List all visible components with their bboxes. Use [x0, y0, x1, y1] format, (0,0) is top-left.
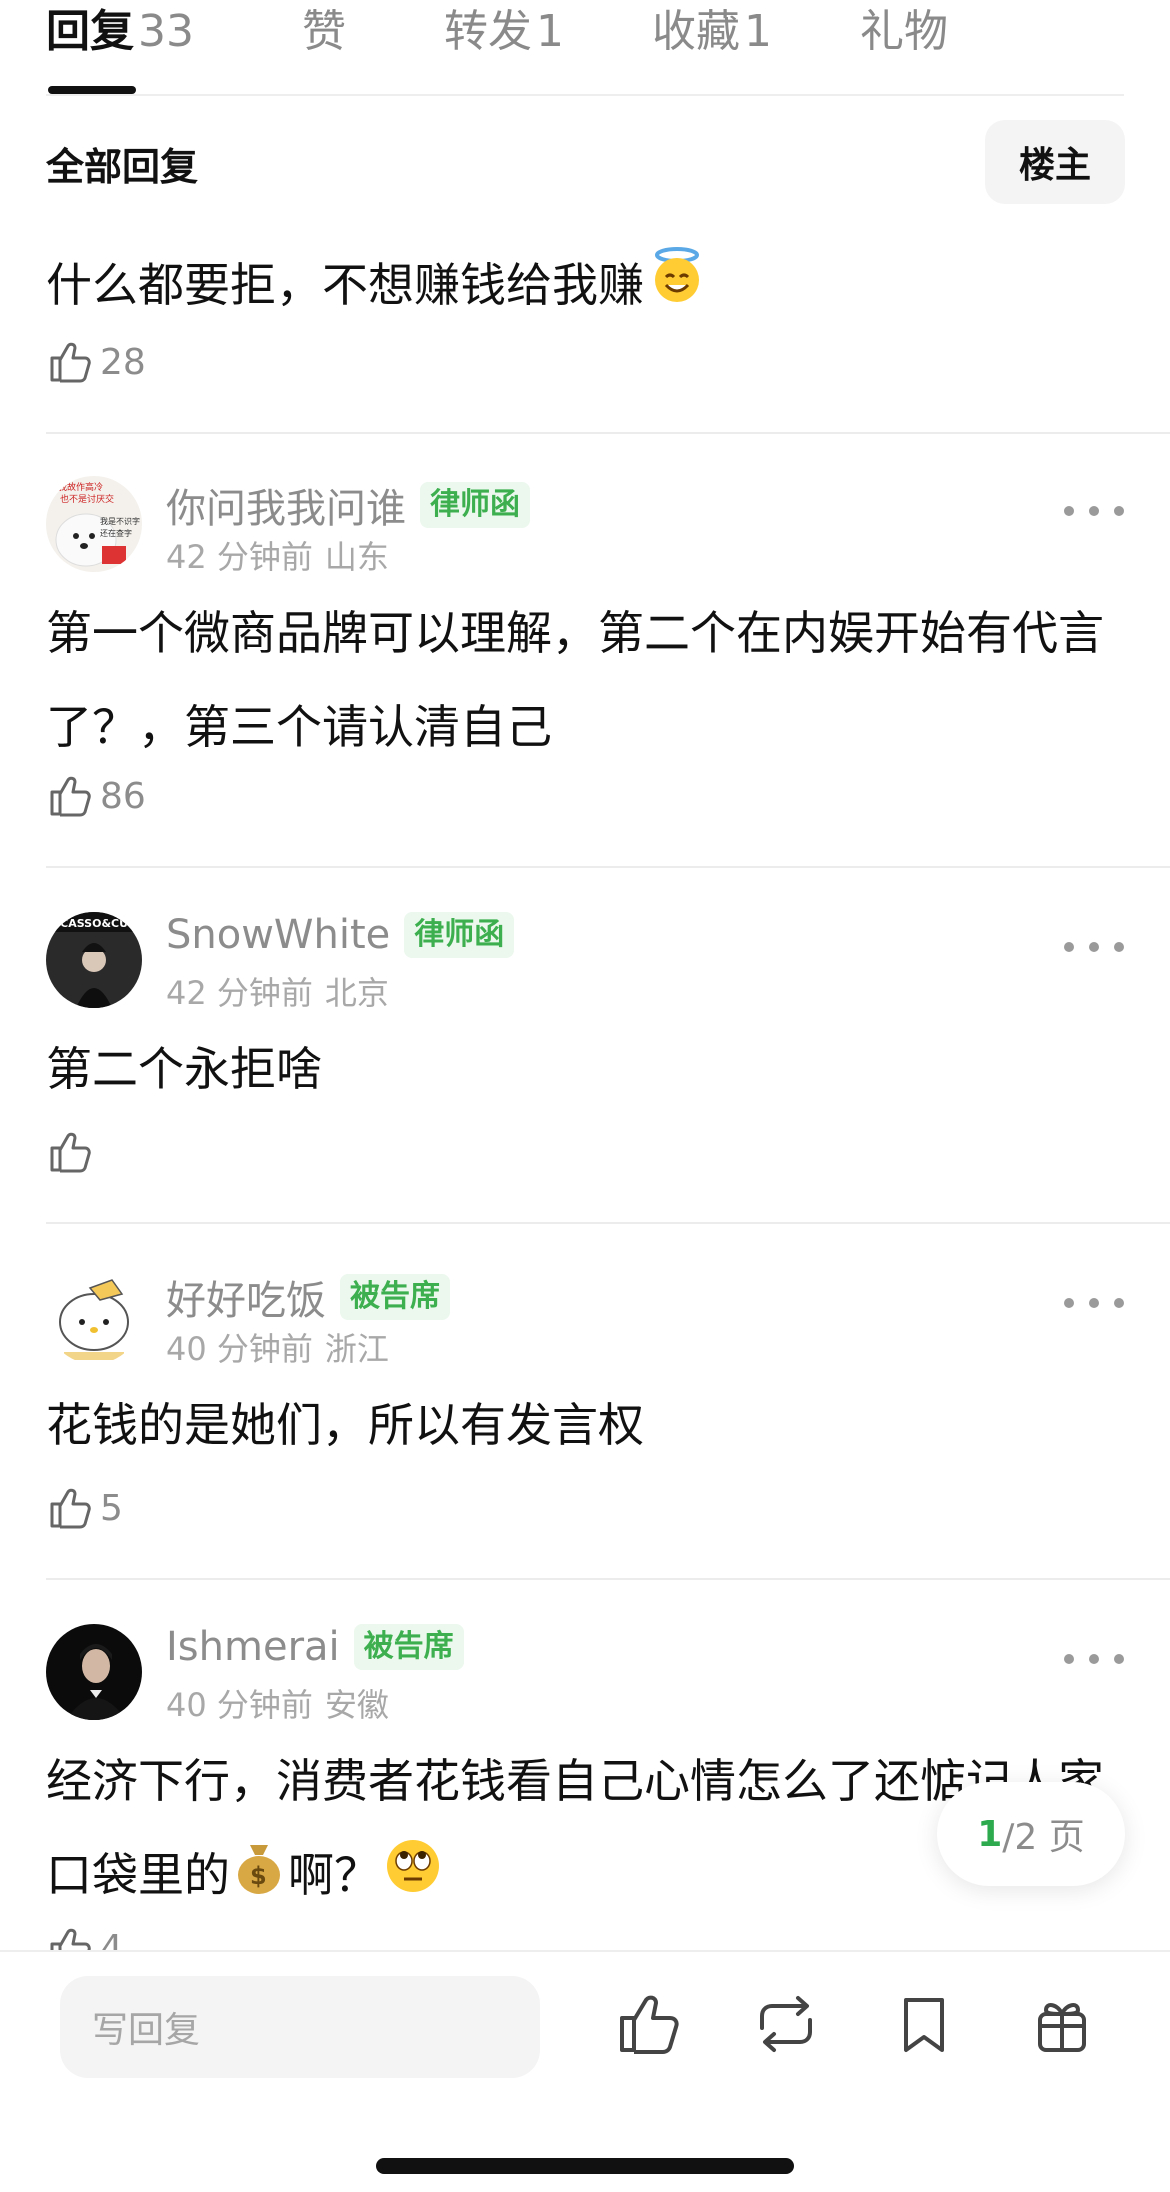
- comment-location: 北京: [324, 974, 389, 1012]
- divider: [46, 1578, 1170, 1580]
- money-bag-symbol: $: [250, 1862, 267, 1890]
- page-indicator[interactable]: 1/2 页: [937, 1782, 1125, 1886]
- tab-replies[interactable]: 回复33: [46, 0, 194, 64]
- comment-item: 我故作高冷 也不是讨厌交 我是不识字 还在查字 你问我我问谁 律师函 42 分钟…: [46, 476, 1124, 856]
- like-button[interactable]: 5: [46, 1484, 123, 1532]
- comment-location: 山东: [324, 538, 389, 576]
- comment-text-content: 什么都要拒，不想赚钱给我赚: [46, 258, 644, 312]
- like-button[interactable]: [46, 1128, 100, 1176]
- thumbs-up-icon: [50, 342, 91, 383]
- comment-text: 什么都要拒，不想赚钱给我赚: [46, 238, 1124, 336]
- tab-reposts[interactable]: 转发1: [444, 0, 564, 64]
- comment-text-part2: 啊？: [288, 1848, 380, 1902]
- comment-meta: 42 分钟前 北京: [166, 968, 389, 1014]
- divider: [46, 432, 1170, 434]
- comment-meta: 42 分钟前 山东: [166, 532, 389, 578]
- bottom-action-bar: 写回复: [0, 1950, 1170, 2192]
- comment-text: 第一个微商品牌可以理解，第二个在内娱开始有代言了？，第三个请认清自己: [46, 606, 1104, 754]
- thumbs-up-icon: [50, 776, 91, 817]
- avatar-caption-2: 也不是讨厌交: [60, 493, 114, 505]
- like-button[interactable]: 86: [46, 772, 146, 820]
- comment-author: Ishmerai 被告席: [166, 1624, 464, 1670]
- thumbs-up-icon: [50, 1132, 91, 1173]
- tab-favorites[interactable]: 收藏1: [652, 0, 772, 64]
- tab-bar: 回复33 赞 转发1 收藏1 礼物: [46, 0, 1124, 96]
- comment-location: 浙江: [324, 1330, 389, 1368]
- avatar[interactable]: 我故作高冷 也不是讨厌交 我是不识字 还在查字: [46, 476, 142, 572]
- like-count: 86: [100, 775, 146, 817]
- bookmark-icon[interactable]: [888, 1988, 960, 2060]
- avatar[interactable]: [46, 1624, 142, 1720]
- repost-icon[interactable]: [750, 1988, 822, 2060]
- comment-meta: 40 分钟前 安徽: [166, 1680, 389, 1726]
- current-page: 1: [977, 1813, 1003, 1855]
- comment-text: 第二个永拒啥: [46, 1042, 322, 1096]
- comment-time: 40 分钟前: [166, 1686, 313, 1724]
- username[interactable]: 你问我我问谁: [166, 476, 406, 534]
- comment-location: 安徽: [324, 1686, 389, 1724]
- user-badge: 被告席: [340, 1274, 450, 1320]
- total-pages: /2 页: [1002, 1817, 1085, 1858]
- comment-text: 花钱的是她们，所以有发言权: [46, 1398, 644, 1452]
- reply-input[interactable]: 写回复: [60, 1976, 540, 2078]
- avatar[interactable]: [46, 1268, 142, 1364]
- op-only-button[interactable]: 楼主: [985, 120, 1125, 204]
- thumbs-up-icon: [50, 1488, 91, 1529]
- money-bag-emoji-icon: $: [234, 1832, 284, 1926]
- tab-likes[interactable]: 赞: [302, 0, 346, 64]
- like-count: 5: [100, 1487, 123, 1529]
- tab-likes-label: 赞: [302, 6, 346, 57]
- divider: [46, 1222, 1170, 1224]
- comment-meta: 40 分钟前 浙江: [166, 1324, 389, 1370]
- more-options-icon[interactable]: [1064, 496, 1124, 526]
- avatar-caption-3: 我是不识字: [100, 516, 140, 526]
- avatar-caption-1: 我故作高冷: [58, 481, 103, 493]
- active-tab-indicator: [48, 86, 136, 94]
- username[interactable]: Ishmerai: [166, 1624, 340, 1670]
- comment-author: 好好吃饭 被告席: [166, 1268, 450, 1326]
- home-indicator: [376, 2158, 794, 2174]
- like-icon[interactable]: [612, 1988, 684, 2060]
- comment-item: 好好吃饭 被告席 40 分钟前 浙江 花钱的是她们，所以有发言权 5: [46, 1268, 1124, 1568]
- tab-gifts[interactable]: 礼物: [860, 0, 948, 64]
- comment-author: SnowWhite 律师函: [166, 912, 515, 958]
- tab-replies-label: 回复: [46, 6, 134, 57]
- comment-time: 42 分钟前: [166, 974, 313, 1012]
- eye-roll-emoji-icon: [384, 1832, 442, 1926]
- tab-gifts-label: 礼物: [860, 6, 948, 57]
- comment-time: 42 分钟前: [166, 538, 313, 576]
- avatar-caption: PICASSO&CUBISM: [48, 917, 142, 930]
- like-button[interactable]: 28: [46, 338, 146, 386]
- avatar-caption-4: 还在查字: [100, 528, 132, 538]
- avatar[interactable]: PICASSO&CUBISM: [46, 912, 142, 1008]
- user-badge: 被告席: [353, 1624, 464, 1670]
- gift-icon[interactable]: [1026, 1988, 1098, 2060]
- username[interactable]: SnowWhite: [166, 912, 390, 958]
- comment-item: PICASSO&CUBISM SnowWhite 律师函 42 分钟前北京 第二…: [46, 912, 1124, 1212]
- like-count: 28: [100, 341, 146, 383]
- more-options-icon[interactable]: [1064, 1288, 1124, 1318]
- more-options-icon[interactable]: [1064, 1644, 1124, 1674]
- user-badge: 律师函: [404, 912, 515, 958]
- user-badge: 律师函: [420, 482, 530, 528]
- comment-time: 40 分钟前: [166, 1330, 313, 1368]
- comment-author: 你问我我问谁 律师函: [166, 476, 530, 534]
- all-replies-title: 全部回复: [46, 145, 199, 189]
- tab-reposts-label: 转发: [444, 6, 532, 57]
- tab-favorites-count: 1: [744, 6, 772, 57]
- tab-replies-count: 33: [138, 6, 194, 57]
- tab-favorites-label: 收藏: [652, 6, 740, 57]
- tab-reposts-count: 1: [536, 6, 564, 57]
- smiling-halo-emoji-icon: [648, 242, 706, 336]
- more-options-icon[interactable]: [1064, 932, 1124, 962]
- username[interactable]: 好好吃饭: [166, 1268, 326, 1326]
- comment-item: 什么都要拒，不想赚钱给我赚 28: [46, 238, 1124, 438]
- divider: [46, 866, 1170, 868]
